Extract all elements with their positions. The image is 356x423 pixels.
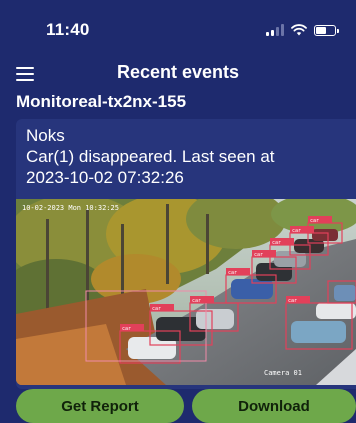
detection-tag: car <box>122 326 131 332</box>
detection-tag: car <box>152 306 161 312</box>
event-label: Noks <box>26 126 65 145</box>
snapshot-timestamp-overlay: 10-02-2023 Mon 10:32:25 <box>22 204 119 212</box>
status-bar: 11:40 <box>0 0 356 58</box>
status-time: 11:40 <box>46 20 90 39</box>
event-message: Car(1) disappeared. Last seen at <box>26 147 275 166</box>
signal-strength-icon <box>266 24 284 36</box>
detection-tag: car <box>292 228 301 234</box>
detection-tag: car <box>288 298 297 304</box>
snapshot-camera-overlay: Camera 01 <box>264 369 302 377</box>
page-title: Recent events <box>116 62 240 82</box>
device-name: Monitoreal-tx2nx-155 <box>16 92 187 111</box>
event-timestamp: 2023-10-02 07:32:26 <box>26 168 184 187</box>
app-header: Recent events <box>0 58 356 88</box>
get-report-button[interactable]: Get Report <box>16 389 184 423</box>
detection-tag: car <box>310 218 319 224</box>
snapshot-svg: car car car car car car car car car 10-0… <box>16 199 356 385</box>
detection-tag: car <box>254 252 263 258</box>
battery-icon <box>314 25 339 36</box>
detection-tag: car <box>192 298 201 304</box>
battery-level <box>316 27 326 34</box>
event-text: Noks Car(1) disappeared. Last seen at 20… <box>26 125 275 188</box>
detection-tag: car <box>228 270 237 276</box>
download-button[interactable]: Download <box>192 389 356 423</box>
recent-events-screen: 11:40 Recent events Monitoreal-tx2nx-155 <box>0 0 356 423</box>
event-snapshot-image[interactable]: car car car car car car car car car 10-0… <box>16 199 356 385</box>
event-card[interactable]: Noks Car(1) disappeared. Last seen at 20… <box>16 119 356 389</box>
wifi-icon <box>291 24 307 36</box>
detection-tag: car <box>272 240 281 246</box>
status-icons <box>266 24 339 36</box>
